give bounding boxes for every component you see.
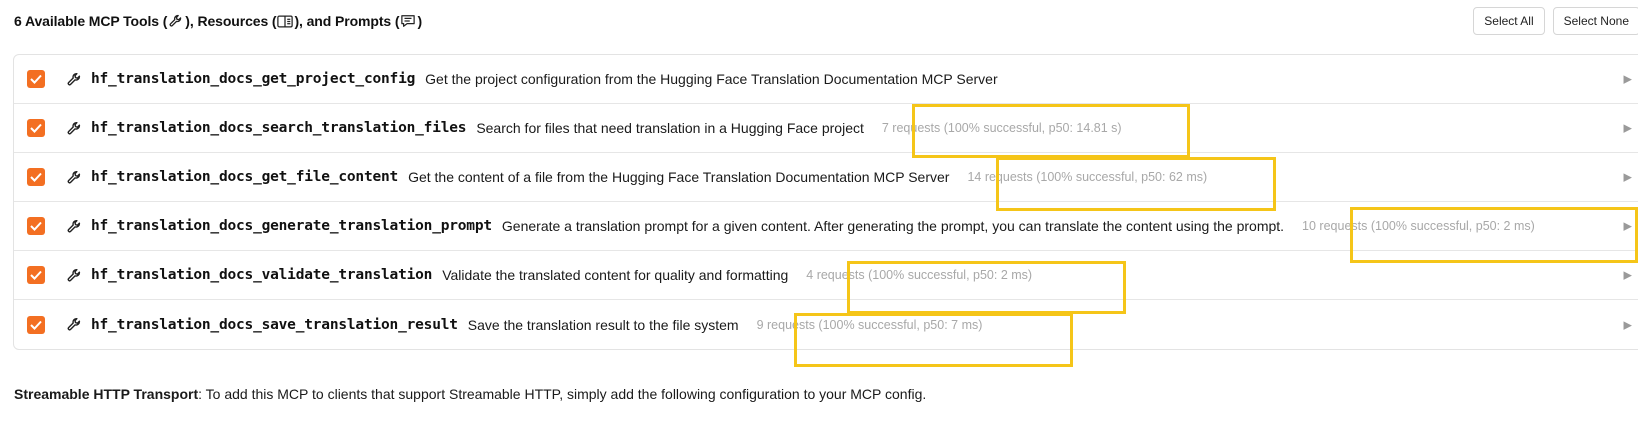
tool-stats: 14 requests (100% successful, p50: 62 ms…: [967, 170, 1208, 184]
tool-description: Search for files that need translation i…: [476, 120, 864, 136]
title-part-3: ), and Prompts (: [294, 13, 400, 29]
tool-name: hf_translation_docs_get_file_content: [91, 169, 399, 185]
tools-header: 6 Available MCP Tools ( ), Resources ( )…: [14, 6, 1638, 36]
tool-name: hf_translation_docs_search_translation_f…: [91, 120, 467, 136]
select-all-button[interactable]: Select All: [1473, 7, 1545, 35]
tool-description: Get the content of a file from the Huggi…: [408, 169, 950, 185]
tool-name: hf_translation_docs_generate_translation…: [91, 218, 492, 234]
tool-name: hf_translation_docs_validate_translation: [91, 267, 433, 283]
triangle-right-icon[interactable]: ▶: [1624, 171, 1632, 184]
tool-row[interactable]: hf_translation_docs_get_file_content Get…: [14, 153, 1638, 202]
chat-icon: [399, 13, 417, 29]
tool-name: hf_translation_docs_save_translation_res…: [91, 316, 458, 333]
wrench-icon: [65, 316, 83, 334]
tool-checkbox[interactable]: [27, 217, 45, 235]
transport-description: : To add this MCP to clients that suppor…: [198, 386, 927, 402]
select-none-button[interactable]: Select None: [1552, 7, 1638, 35]
tool-row[interactable]: hf_translation_docs_search_translation_f…: [14, 104, 1638, 153]
title-part-2: ), Resources (: [185, 13, 277, 29]
tool-row[interactable]: hf_translation_docs_generate_translation…: [14, 202, 1638, 251]
triangle-right-icon[interactable]: ▶: [1624, 220, 1632, 233]
transport-label: Streamable HTTP Transport: [14, 386, 199, 402]
tools-list: hf_translation_docs_get_project_config G…: [13, 54, 1638, 350]
selection-buttons: Select All Select None: [1473, 7, 1638, 35]
tool-stats: 9 requests (100% successful, p50: 7 ms): [756, 317, 983, 332]
transport-info: Streamable HTTP Transport: To add this M…: [14, 386, 926, 402]
tool-description: Validate the translated content for qual…: [442, 267, 789, 283]
triangle-right-icon[interactable]: ▶: [1624, 122, 1632, 135]
tool-checkbox[interactable]: [27, 266, 45, 284]
tools-header-title: 6 Available MCP Tools ( ), Resources ( )…: [14, 13, 422, 29]
triangle-right-icon[interactable]: ▶: [1624, 269, 1632, 282]
book-icon: [276, 13, 294, 29]
wrench-icon: [65, 168, 83, 186]
tool-description: Save the translation result to the file …: [467, 316, 739, 333]
tool-stats: 7 requests (100% successful, p50: 14.81 …: [881, 121, 1122, 135]
title-part-4: ): [417, 13, 423, 29]
triangle-right-icon[interactable]: ▶: [1624, 73, 1632, 86]
tool-checkbox[interactable]: [27, 119, 45, 137]
wrench-icon: [65, 217, 83, 235]
tool-row[interactable]: hf_translation_docs_save_translation_res…: [14, 300, 1638, 349]
wrench-icon: [167, 13, 185, 29]
wrench-icon: [65, 119, 83, 137]
tool-stats: 4 requests (100% successful, p50: 2 ms): [806, 268, 1033, 282]
wrench-icon: [65, 70, 83, 88]
wrench-icon: [65, 266, 83, 284]
tool-checkbox[interactable]: [27, 168, 45, 186]
tool-description: Get the project configuration from the H…: [425, 71, 998, 87]
tool-checkbox[interactable]: [27, 70, 45, 88]
tool-description: Generate a translation prompt for a give…: [501, 218, 1285, 234]
tool-name: hf_translation_docs_get_project_config: [91, 71, 416, 87]
tool-stats: 10 requests (100% successful, p50: 2 ms): [1302, 219, 1535, 233]
mcp-tools-panel: 6 Available MCP Tools ( ), Resources ( )…: [0, 0, 1638, 422]
tool-checkbox[interactable]: [27, 315, 45, 334]
triangle-right-icon[interactable]: ▶: [1624, 318, 1632, 331]
title-part-1: 6 Available MCP Tools (: [14, 13, 168, 29]
tool-row[interactable]: hf_translation_docs_validate_translation…: [14, 251, 1638, 300]
tool-row[interactable]: hf_translation_docs_get_project_config G…: [14, 55, 1638, 104]
